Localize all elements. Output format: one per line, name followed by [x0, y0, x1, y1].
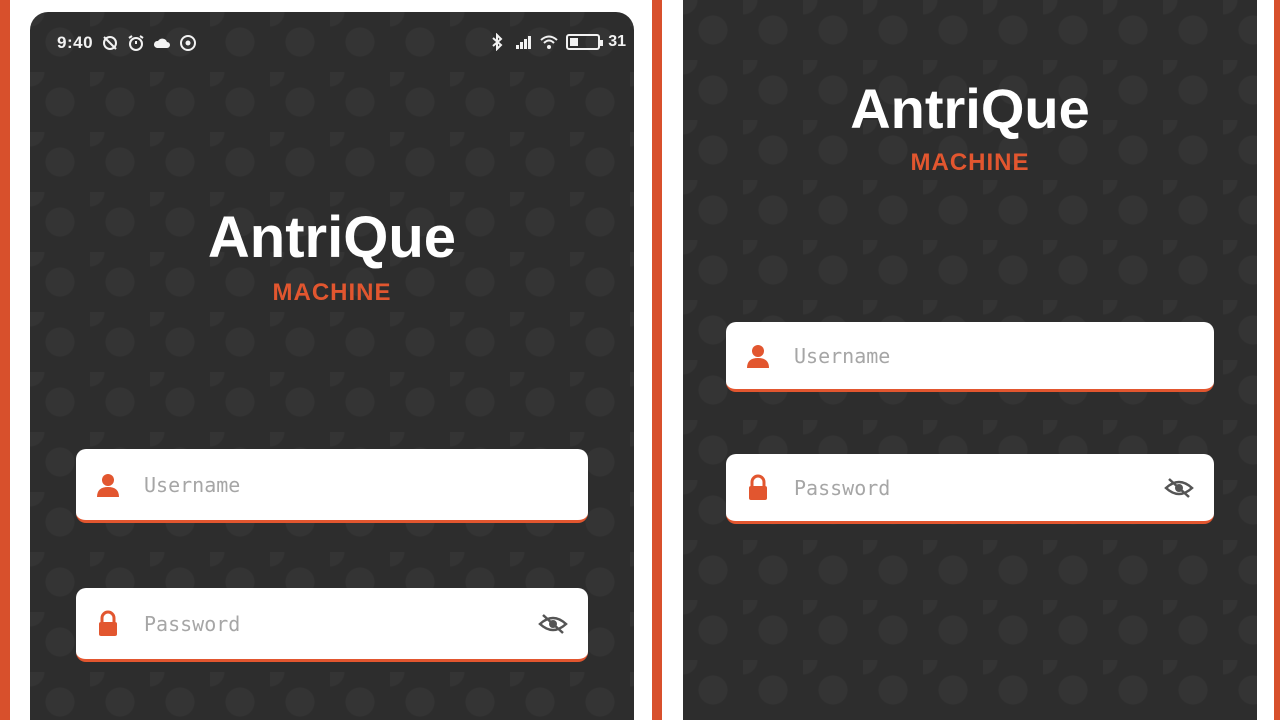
alarm-icon — [128, 35, 144, 51]
phone-case-edge — [1274, 0, 1280, 720]
logo-text-start: Antri — [850, 77, 981, 140]
logo-text-q: Q — [980, 77, 1025, 140]
whatsapp-icon — [180, 35, 197, 51]
password-placeholder[interactable]: Password — [794, 476, 1164, 500]
battery-icon — [566, 34, 604, 50]
logo-subtitle: MACHINE — [272, 279, 392, 306]
eye-off-icon[interactable] — [1164, 476, 1194, 500]
user-icon — [97, 473, 119, 497]
status-time: 9:40 — [57, 33, 94, 52]
login-screen-left: 9:40 31 AntriQue MACHINE Username Passwo… — [30, 12, 634, 720]
logo-text-end: ue — [388, 205, 457, 270]
logo-text-q: Q — [343, 205, 389, 270]
login-screen-right: AntriQue MACHINE Username Password — [683, 0, 1257, 720]
lock-icon — [749, 474, 767, 500]
battery-percent: 31 — [608, 33, 626, 50]
password-placeholder[interactable]: Password — [144, 612, 538, 636]
logo-text-start: Antri — [207, 205, 344, 270]
sync-off-icon — [103, 36, 118, 50]
cloud-icon — [153, 38, 171, 48]
magnifier-face-icon: Q — [981, 76, 1025, 141]
signal-icon — [516, 36, 532, 49]
wifi-icon — [540, 35, 558, 49]
logo-wordmark: AntriQue — [850, 76, 1090, 141]
magnifier-face-icon: Q — [343, 204, 388, 271]
username-placeholder[interactable]: Username — [794, 344, 1214, 368]
bluetooth-icon — [492, 33, 503, 51]
user-icon — [747, 344, 769, 368]
username-field[interactable]: Username — [76, 449, 588, 523]
logo-subtitle: MACHINE — [910, 149, 1030, 176]
logo-wordmark: AntriQue — [208, 204, 456, 271]
username-field[interactable]: Username — [726, 322, 1214, 392]
eye-off-icon[interactable] — [538, 612, 568, 636]
status-bar: 9:40 31 — [30, 12, 634, 72]
app-logo: AntriQue MACHINE — [683, 76, 1257, 177]
lock-icon — [99, 610, 117, 636]
app-logo: AntriQue MACHINE — [30, 204, 634, 307]
username-placeholder[interactable]: Username — [144, 473, 588, 497]
password-field[interactable]: Password — [726, 454, 1214, 524]
logo-text-end: ue — [1024, 77, 1090, 140]
password-field[interactable]: Password — [76, 588, 588, 662]
